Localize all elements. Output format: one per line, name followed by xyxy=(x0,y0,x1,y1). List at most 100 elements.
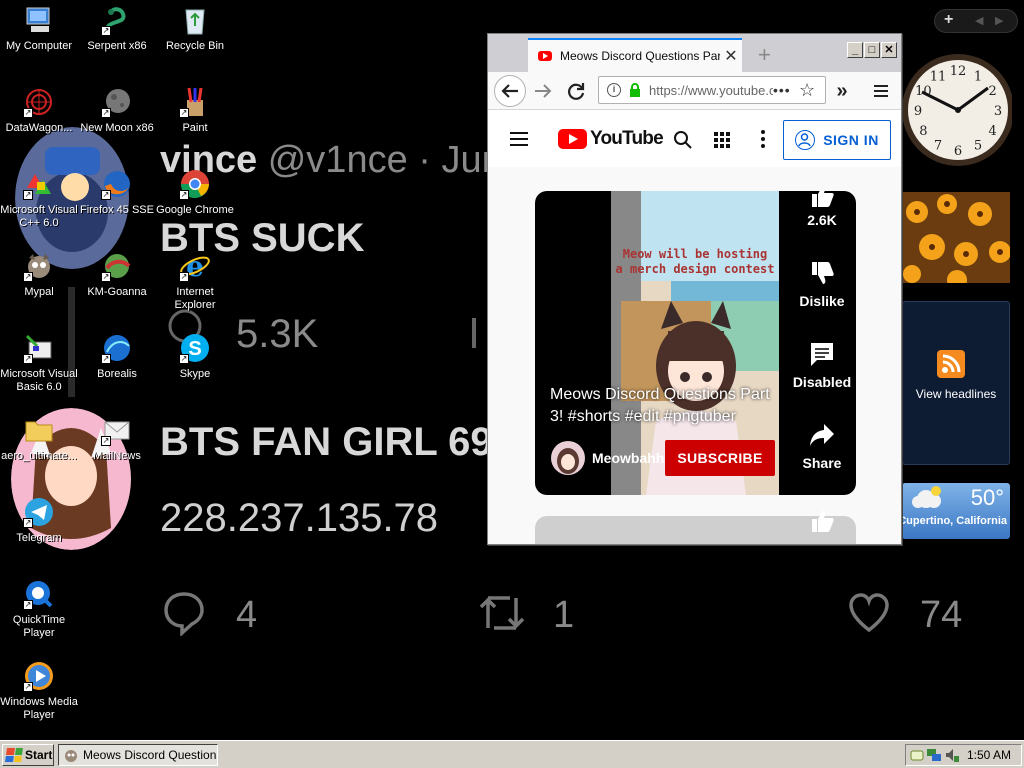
desktop-icon-mailnews[interactable]: ↗ MailNews xyxy=(78,414,156,463)
overflow-menu-icon[interactable]: » xyxy=(827,76,857,106)
wallpaper-like-icon xyxy=(849,593,889,633)
desktop-icon-borealis[interactable]: ↗ Borealis xyxy=(78,332,156,381)
clock-number: 12 xyxy=(950,64,967,79)
wallpaper-tweet1-count: 5.3K xyxy=(236,312,319,356)
desktop-icon-chrome[interactable]: ↗ Google Chrome xyxy=(156,168,234,217)
desktop-icon-paint[interactable]: ↗ Paint xyxy=(156,86,234,135)
wallpaper-tweet2-text: 228.237.135.78 xyxy=(160,496,439,540)
url-text[interactable]: https://www.youtube.com/shorts xyxy=(649,83,773,98)
desktop-icon-label: DataWagon... xyxy=(5,122,73,134)
desktop-icon-visual-cpp[interactable]: ↗ Microsoft Visual C++ 6.0 xyxy=(0,168,78,230)
volume-icon[interactable] xyxy=(944,747,960,763)
desktop-icon-my-computer[interactable]: My Computer xyxy=(0,4,78,53)
tab-close-button[interactable]: ✕ xyxy=(720,46,742,66)
desktop-icon-skype[interactable]: S ↗ Skype xyxy=(156,332,234,381)
next-icon[interactable]: ▶ xyxy=(995,14,1003,27)
dislike-label[interactable]: Dislike xyxy=(785,293,856,309)
new-tab-button[interactable]: + xyxy=(758,42,771,68)
apps-grid-icon[interactable] xyxy=(714,132,730,148)
share-label[interactable]: Share xyxy=(785,455,856,471)
desktop-icon-label: Recycle Bin xyxy=(165,40,225,52)
back-button[interactable] xyxy=(494,75,526,107)
desktop-icon-internet-explorer[interactable]: e ↗ Internet Explorer xyxy=(156,250,234,312)
like-count: 2.6K xyxy=(807,212,837,228)
page-actions-button[interactable]: ••• xyxy=(773,82,799,98)
desktop-icon-windows-media-player[interactable]: ↗ Windows Media Player xyxy=(0,660,78,722)
wallpaper-retweet-count: 1 xyxy=(553,594,575,636)
guide-menu-icon[interactable] xyxy=(510,132,528,146)
previous-icon[interactable]: ◀ xyxy=(975,14,983,27)
forward-button[interactable] xyxy=(528,76,558,106)
desktop-icon-aero-ultimate[interactable]: aero_ultimate... xyxy=(0,414,78,463)
subscribe-button[interactable]: SUBSCRIBE xyxy=(665,440,775,476)
channel-avatar[interactable] xyxy=(551,441,585,475)
weather-gadget[interactable]: 50° Cupertino, California xyxy=(898,483,1010,539)
next-like-icon[interactable] xyxy=(809,508,835,534)
desktop-icon-label: Google Chrome xyxy=(156,204,234,216)
video-overlay-line2: a merch design contest xyxy=(615,262,775,276)
desktop-icon-quicktime[interactable]: ↗ QuickTime Player xyxy=(0,578,78,640)
desktop-icon-km-goanna[interactable]: ↗ KM-Goanna xyxy=(78,250,156,299)
desktop-icon-visual-basic[interactable]: ↗ Microsoft Visual Basic 6.0 xyxy=(0,332,78,394)
desktop-icon-recycle-bin[interactable]: Recycle Bin xyxy=(156,4,234,53)
sign-in-button[interactable]: SIGN IN xyxy=(783,120,891,160)
shorts-player[interactable]: Meow will be hosting a merch design cont… xyxy=(535,191,856,495)
desktop-icon-firefox[interactable]: ↗ Firefox 45 SSE xyxy=(78,168,156,217)
tray-icon-1[interactable] xyxy=(910,748,924,762)
video-overlay-text: Meow will be hosting a merch design cont… xyxy=(611,247,779,277)
clock-number: 1 xyxy=(974,69,982,84)
network-icon[interactable] xyxy=(926,747,942,763)
desktop-icon-label: Borealis xyxy=(97,368,137,380)
share-icon[interactable] xyxy=(809,422,835,448)
search-icon[interactable] xyxy=(673,130,693,150)
system-tray: 1:50 AM xyxy=(905,744,1022,766)
youtube-logo[interactable]: YouTube xyxy=(558,128,664,150)
desktop-icon-label: aero_ultimate... xyxy=(1,450,77,462)
desktop-icon-mypal[interactable]: ↗ Mypal xyxy=(0,250,78,299)
desktop-icon-new-moon[interactable]: ↗ New Moon x86 xyxy=(78,86,156,135)
comments-icon[interactable] xyxy=(809,341,835,367)
clock-number: 3 xyxy=(994,104,1002,119)
taskbar-button-browser[interactable]: Meows Discord Questions... xyxy=(58,744,218,766)
feed-headlines-gadget[interactable]: View headlines xyxy=(902,301,1010,465)
slideshow-gadget[interactable] xyxy=(902,192,1010,283)
maximize-button[interactable]: □ xyxy=(864,42,880,58)
desktop-icon-telegram[interactable]: ↗ Telegram xyxy=(0,496,78,545)
recycle-bin-icon xyxy=(185,9,205,35)
wallpaper-like-count: 74 xyxy=(920,594,963,636)
cloud-icon xyxy=(912,486,941,508)
info-icon[interactable]: i xyxy=(607,83,621,97)
video-title[interactable]: Meows Discord Questions Part 3! #shorts … xyxy=(550,384,780,428)
rss-icon xyxy=(937,350,965,378)
clock-number: 6 xyxy=(954,144,962,159)
bookmark-star-icon[interactable]: ☆ xyxy=(799,80,825,101)
browser-task-icon xyxy=(65,750,77,762)
desktop-icon-datawagon[interactable]: ↗ DataWagon... xyxy=(0,86,78,135)
url-bar[interactable]: i https://www.youtube.com/shorts ••• ☆ xyxy=(598,76,826,104)
start-button[interactable]: Start xyxy=(2,744,54,766)
add-gadget-icon[interactable]: + xyxy=(944,11,953,29)
dislike-icon[interactable] xyxy=(809,260,835,286)
back-arrow-icon xyxy=(501,84,518,98)
reload-button[interactable] xyxy=(561,76,591,106)
feed-label[interactable]: View headlines xyxy=(903,387,1009,401)
minimize-button[interactable]: _ xyxy=(847,42,863,58)
tab-active[interactable]: Meows Discord Questions Part 3! #shorts … xyxy=(528,38,742,72)
close-window-button[interactable]: ✕ xyxy=(881,42,897,58)
like-icon[interactable] xyxy=(809,191,835,209)
desktop-icon-serpent[interactable]: ↗ Serpent x86 xyxy=(78,4,156,53)
next-short-card[interactable] xyxy=(535,510,856,544)
comments-label[interactable]: Disabled xyxy=(785,374,856,390)
desktop-icon-label: MailNews xyxy=(93,450,141,462)
hamburger-menu-icon[interactable] xyxy=(866,76,896,106)
lock-icon[interactable] xyxy=(629,83,641,97)
forward-arrow-icon xyxy=(535,84,552,98)
nav-bar: i https://www.youtube.com/shorts ••• ☆ » xyxy=(488,72,901,110)
taskbar-clock[interactable]: 1:50 AM xyxy=(967,748,1011,762)
clock-gadget[interactable]: 121234567891011 xyxy=(902,48,1012,172)
desktop-icon-label: Paint xyxy=(182,122,208,134)
wallpaper-reply-icon-2 xyxy=(164,592,204,636)
channel-name[interactable]: Meowbahh xyxy=(592,450,664,466)
clock-number: 5 xyxy=(974,139,982,154)
more-vertical-icon[interactable] xyxy=(761,130,765,148)
